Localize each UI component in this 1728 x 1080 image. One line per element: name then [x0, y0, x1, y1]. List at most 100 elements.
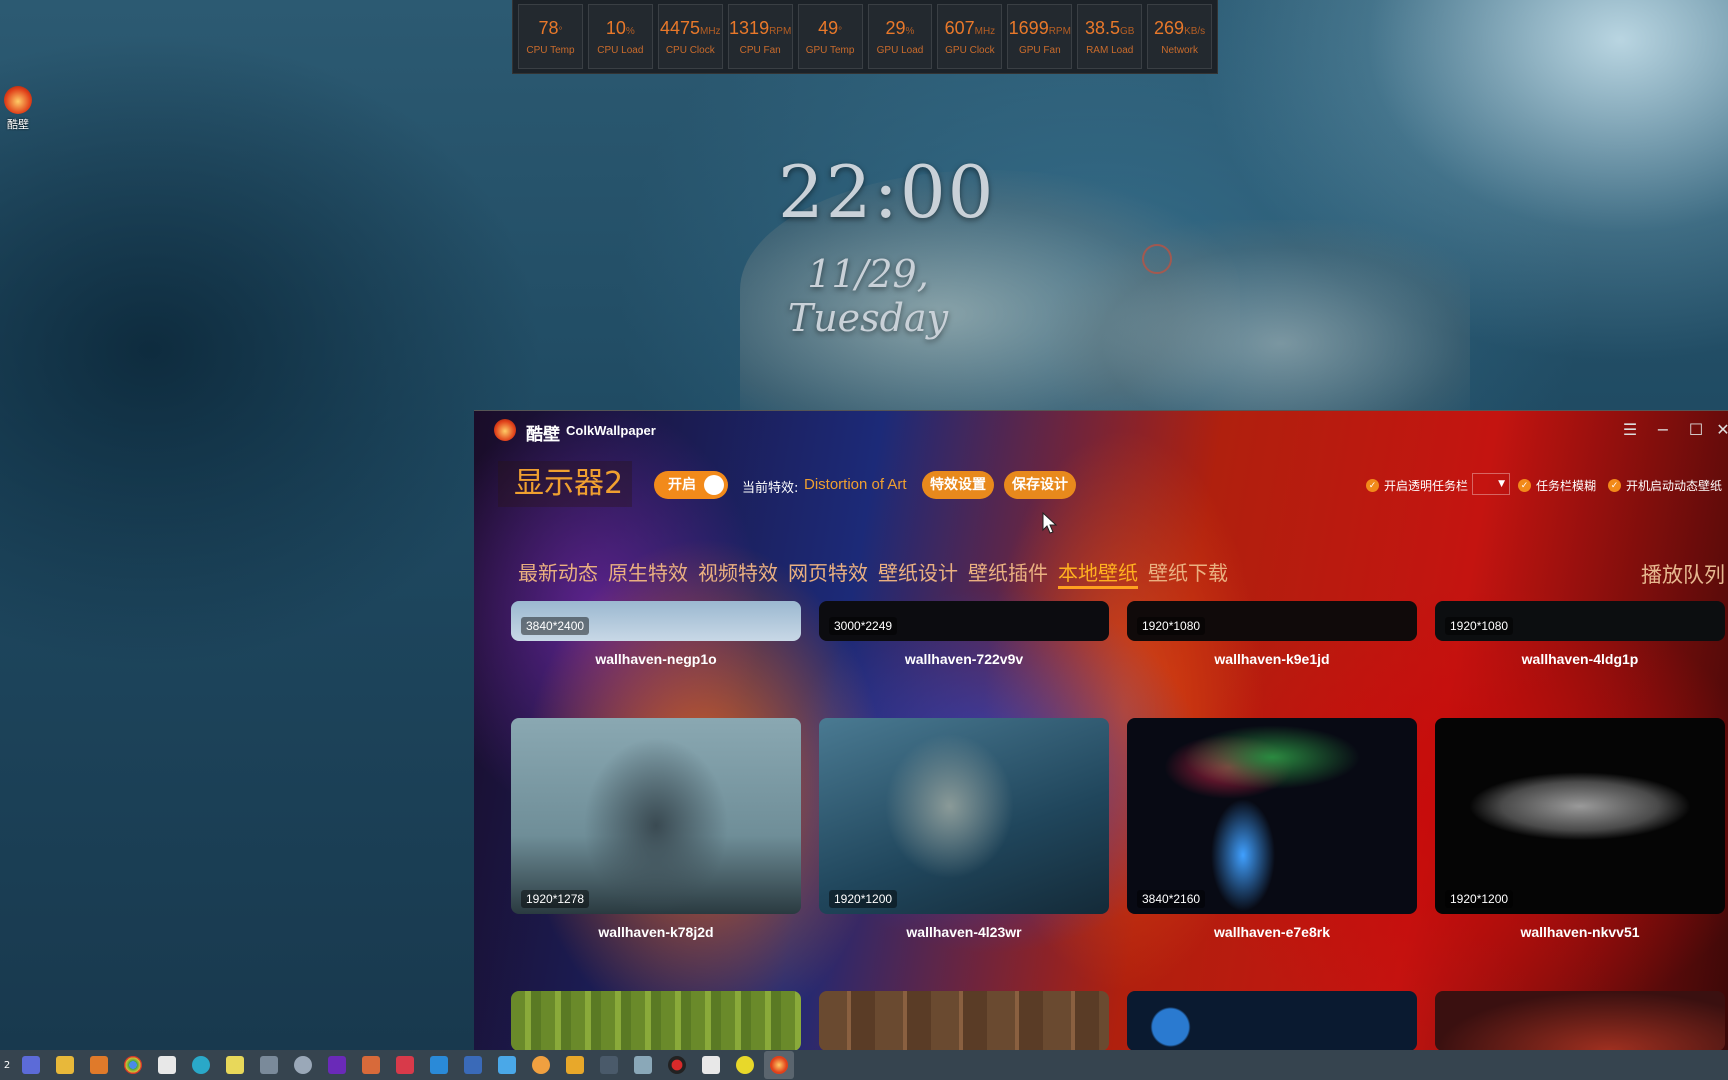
wallpaper-thumbnail[interactable]: 1920*1080 [1127, 601, 1417, 641]
close-icon[interactable]: ✕ [1710, 417, 1728, 443]
toggle-knob [704, 475, 724, 495]
monitor-selector[interactable]: 显示器2 [498, 461, 632, 507]
hw-gpu-load: 29% GPU Load [867, 4, 933, 69]
wallpaper-card[interactable]: 1920*1080 wallhaven-k9e1jd [1127, 601, 1417, 667]
wallpaper-grid: 3840*2400 wallhaven-negp1o 3000*2249 wal… [511, 601, 1725, 1050]
grid-icon[interactable] [594, 1051, 624, 1079]
remote-icon[interactable] [458, 1051, 488, 1079]
chrome-icon[interactable] [118, 1051, 148, 1079]
box-icon[interactable] [560, 1051, 590, 1079]
vscode-icon[interactable] [424, 1051, 454, 1079]
enable-toggle[interactable]: 开启 [654, 471, 728, 499]
sign-icon[interactable] [390, 1051, 420, 1079]
desktop-shortcut-kubi[interactable]: 酷壁 [2, 86, 34, 132]
tab-latest[interactable]: 最新动态 [518, 557, 598, 589]
menu-icon[interactable]: ☰ [1617, 417, 1643, 443]
taskbar-blur-checkbox[interactable]: ✓ 任务栏模糊 [1518, 477, 1596, 494]
wallpaper-thumbnail[interactable]: 1920*1080 [1435, 601, 1725, 641]
maximize-icon[interactable]: ☐ [1683, 417, 1709, 443]
chevron-down-icon: ▼ [1498, 479, 1505, 489]
resolution-badge: 1920*1278 [521, 890, 590, 908]
pen-icon[interactable] [696, 1051, 726, 1079]
hw-gpu-clock: 607MHz GPU Clock [937, 4, 1003, 69]
current-effect-value: Distortion of Art [804, 476, 907, 493]
hw-gpu-temp: 49° GPU Temp [797, 4, 863, 69]
calendar-icon[interactable] [152, 1051, 182, 1079]
transparency-dropdown[interactable]: ▼ [1472, 473, 1510, 495]
search-icon[interactable] [84, 1051, 114, 1079]
tab-native-effects[interactable]: 原生特效 [608, 557, 688, 589]
wallpaper-thumbnail[interactable]: 3840*2160 [1127, 718, 1417, 914]
wallpaper-card[interactable]: 1920*1080 wallhaven-4ldg1p [1435, 601, 1725, 667]
wallpaper-thumbnail[interactable]: 1920*1200 [819, 718, 1109, 914]
hardware-monitor-bar: 78° CPU Temp 10% CPU Load 4475MHz CPU Clock… [512, 0, 1218, 74]
effect-settings-button[interactable]: 特效设置 [922, 471, 994, 499]
settings-icon[interactable] [288, 1051, 318, 1079]
wallpaper-card[interactable] [1435, 991, 1725, 1050]
wallpaper-thumbnail[interactable]: 3840*2400 [511, 601, 801, 641]
cursor-ring-icon [1142, 244, 1172, 274]
tab-wallpaper-design[interactable]: 壁纸设计 [878, 557, 958, 589]
tab-wallpaper-download[interactable]: 壁纸下载 [1148, 557, 1228, 589]
wallpaper-name: wallhaven-k78j2d [598, 924, 714, 940]
folder-icon[interactable] [50, 1051, 80, 1079]
wallpaper-name: wallhaven-722v9v [904, 651, 1024, 667]
save-design-button[interactable]: 保存设计 [1004, 471, 1076, 499]
wallpaper-card[interactable]: 1920*1200 wallhaven-nkvv51 [1435, 718, 1725, 940]
wallpaper-name: wallhaven-negp1o [595, 651, 717, 667]
enable-toggle-label: 开启 [668, 477, 696, 493]
wallpaper-card[interactable]: 3840*2400 wallhaven-negp1o [511, 601, 801, 667]
resolution-badge: 3840*2160 [1137, 890, 1206, 908]
desktop-clock-date: 11/29, Tuesday [787, 252, 949, 340]
smile-icon[interactable] [730, 1051, 760, 1079]
mouse-pointer-icon [1042, 512, 1058, 534]
tab-wallpaper-plugins[interactable]: 壁纸插件 [968, 557, 1048, 589]
bird-icon[interactable] [628, 1051, 658, 1079]
wallpaper-card[interactable] [819, 991, 1109, 1050]
wallpaper-thumbnail[interactable] [511, 991, 801, 1050]
wallpaper-name: wallhaven-e7e8rk [1214, 924, 1330, 940]
wallpaper-card[interactable] [1127, 991, 1417, 1050]
wallpaper-card[interactable]: 1920*1200 wallhaven-4l23wr [819, 718, 1109, 940]
app-title-cn: 酷壁 [526, 425, 560, 445]
tab-video-effects[interactable]: 视频特效 [698, 557, 778, 589]
wallpaper-card[interactable] [511, 991, 801, 1050]
notes-icon[interactable] [220, 1051, 250, 1079]
calculator-icon[interactable] [254, 1051, 284, 1079]
cloud-icon[interactable] [492, 1051, 522, 1079]
wallpaper-card[interactable]: 3840*2160 wallhaven-e7e8rk [1127, 718, 1417, 940]
app-logo-icon [494, 419, 516, 441]
ball-icon[interactable] [526, 1051, 556, 1079]
wallpaper-thumbnail[interactable]: 1920*1278 [511, 718, 801, 914]
record-icon[interactable] [662, 1051, 692, 1079]
checkmark-icon: ✓ [1518, 479, 1531, 492]
wallpaper-hand [1050, 220, 1470, 410]
next-icon[interactable] [322, 1051, 352, 1079]
file-icon[interactable] [16, 1051, 46, 1079]
resolution-badge: 1920*1080 [1137, 617, 1206, 635]
wallpaper-card[interactable]: 1920*1278 wallhaven-k78j2d [511, 718, 801, 940]
transparent-taskbar-checkbox[interactable]: ✓ 开启透明任务栏 [1366, 477, 1468, 494]
hw-ram-load: 38.5GB RAM Load [1077, 4, 1143, 69]
minimize-icon[interactable]: − [1650, 417, 1676, 443]
resolution-badge: 3000*2249 [829, 617, 898, 635]
wallpaper-card[interactable]: 3000*2249 wallhaven-722v9v [819, 601, 1109, 667]
autostart-wallpaper-checkbox[interactable]: ✓ 开机启动动态壁纸 [1608, 477, 1722, 494]
control-row: 显示器2 开启 当前特效: Distortion of Art 特效设置 保存设… [474, 461, 1728, 509]
resolution-badge: 1920*1200 [829, 890, 898, 908]
wallpaper-thumbnail[interactable]: 3000*2249 [819, 601, 1109, 641]
resolution-badge: 1920*1080 [1445, 617, 1514, 635]
wallpaper-icon[interactable] [764, 1051, 794, 1079]
tab-web-effects[interactable]: 网页特效 [788, 557, 868, 589]
resolution-badge: 1920*1200 [1445, 890, 1514, 908]
wallpaper-thumbnail[interactable]: 1920*1200 [1435, 718, 1725, 914]
edge-icon[interactable] [186, 1051, 216, 1079]
hw-cpu-load: 10% CPU Load [587, 4, 653, 69]
wallpaper-thumbnail[interactable] [1127, 991, 1417, 1050]
window-titlebar[interactable]: 酷壁 ColkWallpaper ☰ − ☐ ✕ [474, 411, 1728, 451]
wallpaper-thumbnail[interactable] [1435, 991, 1725, 1050]
puzzle-icon[interactable] [356, 1051, 386, 1079]
play-queue-button[interactable]: 播放队列 [1641, 559, 1725, 589]
wallpaper-thumbnail[interactable] [819, 991, 1109, 1050]
tab-local-wallpapers[interactable]: 本地壁纸 [1058, 557, 1138, 589]
